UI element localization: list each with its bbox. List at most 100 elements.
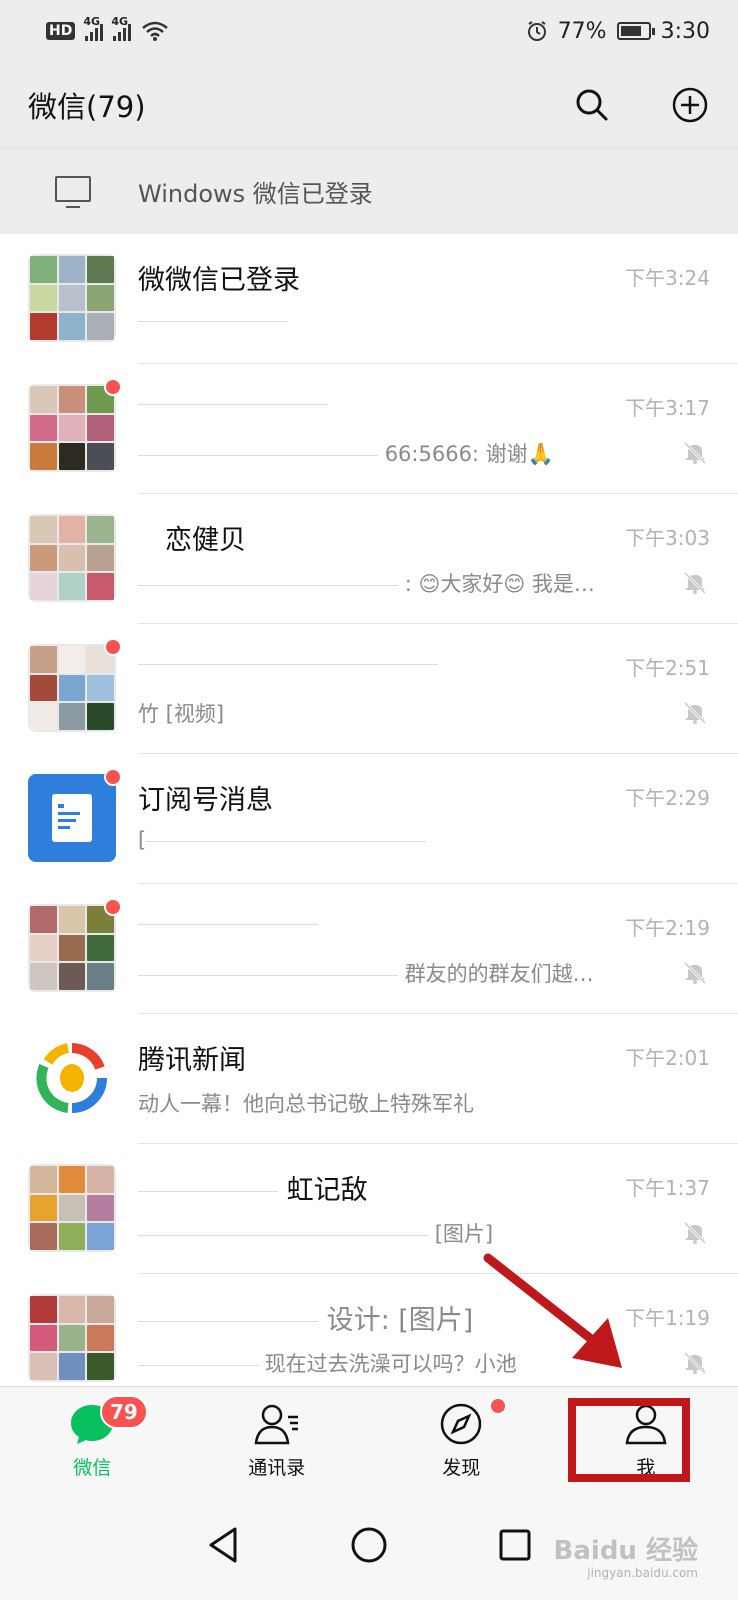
contacts-icon — [254, 1401, 300, 1447]
tab-contacts[interactable]: 通讯录 — [185, 1387, 370, 1490]
alarm-icon — [527, 21, 546, 41]
chat-preview-text: 66:5666: 谢谢🙏 — [384, 442, 554, 466]
unread-dot — [104, 898, 122, 916]
compass-icon — [438, 1401, 484, 1447]
chat-row[interactable]: 竹 [视频] 下午2:51 — [0, 624, 738, 754]
redacted-text — [138, 404, 328, 405]
tab-label: 我 — [636, 1457, 656, 1479]
redacted-text — [138, 454, 378, 456]
unread-dot — [104, 638, 122, 656]
chat-preview: 动人一幕！他向总书记敬上特殊军礼 — [138, 1092, 474, 1116]
chat-time: 下午3:17 — [625, 396, 710, 420]
chat-preview: [图片] — [138, 1218, 618, 1248]
mute-bell-icon — [683, 701, 707, 725]
mute-bell-icon — [683, 1221, 707, 1245]
chat-preview: [ — [138, 828, 618, 852]
chat-preview-text: [图片] — [434, 1222, 494, 1246]
chat-row[interactable]: 腾讯新闻 动人一幕！他向总书记敬上特殊军礼 下午2:01 — [0, 1014, 738, 1144]
chat-name-text: 恋健贝 — [165, 525, 246, 556]
group-avatar — [28, 904, 116, 992]
chat-row[interactable]: 订阅号消息 [ 下午2:29 — [0, 754, 738, 884]
recents-button[interactable] — [495, 1525, 535, 1565]
redacted-text — [138, 320, 288, 322]
chat-preview — [138, 308, 618, 332]
recents-icon — [499, 1529, 531, 1561]
tab-discover[interactable]: 发现 — [369, 1387, 554, 1490]
chat-time: 下午2:01 — [625, 1046, 710, 1070]
chat-preview: : 😊大家好😊 我是… — [138, 568, 618, 598]
mute-bell-icon — [683, 571, 707, 595]
network-type-label: 4G — [111, 15, 129, 28]
tencent-news-avatar — [28, 1034, 116, 1122]
windows-login-text: Windows 微信已登录 — [138, 180, 373, 208]
search-button[interactable] — [572, 85, 612, 125]
notification-dot — [489, 1397, 507, 1415]
chat-row[interactable]: 设计: [图片] 现在过去洗澡可以吗？小池 下午1:19 — [0, 1274, 738, 1386]
status-right: 77% 3:30 — [526, 19, 710, 44]
redacted-text — [138, 664, 438, 665]
group-avatar — [28, 1294, 116, 1382]
chat-time: 下午2:29 — [625, 786, 710, 810]
tab-chats[interactable]: 79 微信 — [0, 1387, 185, 1490]
chat-preview: 66:5666: 谢谢🙏 — [138, 438, 618, 468]
status-bar: HD 4G 4G 77% 3:30 — [0, 0, 738, 62]
chat-name — [138, 388, 588, 419]
chat-name-text: 设计: [图片] — [326, 1305, 474, 1336]
chat-name: 微微信已登录 — [138, 265, 300, 296]
chat-name: 订阅号消息 — [138, 785, 273, 816]
chat-time: 下午2:51 — [625, 656, 710, 680]
redacted-text — [138, 974, 398, 976]
app-header: 微信(79) — [0, 62, 738, 148]
redacted-text — [138, 1364, 258, 1366]
add-button[interactable] — [670, 85, 710, 125]
chat-time: 下午1:37 — [625, 1176, 710, 1200]
mute-bell-icon — [683, 961, 707, 985]
chat-list: 微微信已登录 下午3:24 66:5666: 谢谢🙏 下午3:17 __恋健贝 … — [0, 234, 738, 1386]
mute-bell-icon — [683, 441, 707, 465]
chat-row[interactable]: __恋健贝 : 😊大家好😊 我是… 下午3:03 — [0, 494, 738, 624]
chat-preview-text: : 😊大家好😊 我是… — [404, 572, 595, 596]
baidu-watermark: Baidu 经验 — [553, 1536, 698, 1566]
chat-name: 腾讯新闻 — [138, 1045, 246, 1076]
home-icon — [351, 1527, 387, 1563]
chat-preview-text: 群友的的群友们越… — [404, 962, 594, 986]
windows-login-banner[interactable]: Windows 微信已登录 — [0, 148, 738, 234]
chat-name: 设计: [图片] — [138, 1298, 588, 1337]
chat-row[interactable]: 虹记敌 [图片] 下午1:37 — [0, 1144, 738, 1274]
bottom-tab-bar: 79 微信 通讯录 发现 我 — [0, 1386, 738, 1490]
search-icon — [576, 89, 608, 121]
redacted-text — [138, 924, 318, 925]
mute-bell-icon — [683, 1351, 707, 1375]
group-avatar — [28, 254, 116, 342]
battery-fill — [620, 26, 641, 36]
person-icon — [623, 1401, 669, 1447]
document-icon — [52, 794, 92, 842]
group-avatar — [28, 1164, 116, 1252]
redacted-text — [138, 584, 398, 586]
wifi-icon — [142, 21, 169, 41]
chat-time: 下午2:19 — [625, 916, 710, 940]
page-title: 微信(79) — [28, 90, 146, 124]
redacted-text — [146, 840, 427, 842]
home-button[interactable] — [349, 1525, 389, 1565]
chat-preview: 群友的的群友们越… — [138, 958, 618, 988]
chat-name: 虹记敌 — [138, 1168, 588, 1207]
chat-time: 下午3:24 — [625, 266, 710, 290]
tencent-news-logo — [36, 1043, 107, 1113]
chat-row[interactable]: 群友的的群友们越… 下午2:19 — [0, 884, 738, 1014]
hd-icon: HD — [46, 22, 76, 40]
chat-name-text: 虹记敌 — [286, 1175, 368, 1206]
chat-preview-text: 现在过去洗澡可以吗？小池 — [264, 1352, 517, 1376]
baidu-watermark-url: jingyan.baidu.com — [587, 1566, 698, 1580]
chat-row[interactable]: 66:5666: 谢谢🙏 下午3:17 — [0, 364, 738, 494]
chat-time: 下午3:03 — [625, 526, 710, 550]
battery-icon — [616, 22, 655, 40]
back-button[interactable] — [203, 1525, 243, 1565]
redacted-text — [138, 1234, 428, 1236]
redacted-text — [138, 1321, 318, 1322]
chat-row[interactable]: 微微信已登录 下午3:24 — [0, 234, 738, 364]
tab-label: 微信 — [73, 1457, 112, 1479]
chat-time: 下午1:19 — [625, 1306, 710, 1330]
tab-me[interactable]: 我 — [554, 1387, 738, 1490]
subscription-avatar — [28, 774, 116, 862]
